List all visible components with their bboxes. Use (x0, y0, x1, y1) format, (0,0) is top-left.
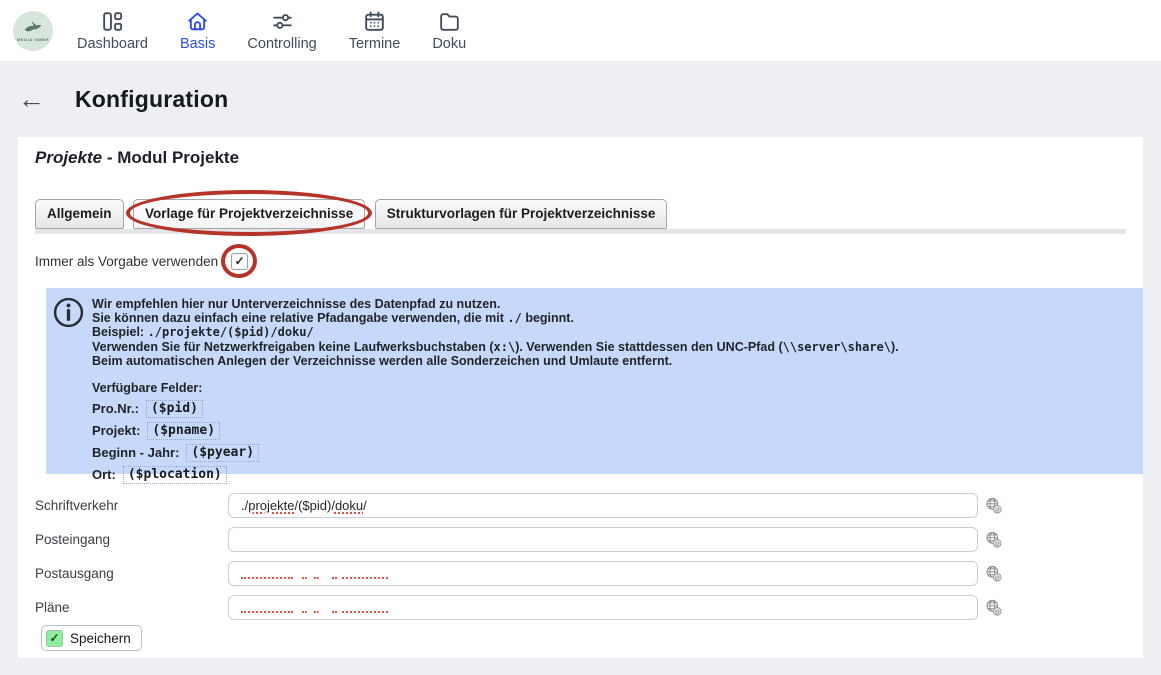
info-icon (53, 297, 84, 333)
tab-vorlage-projektverzeichnisse[interactable]: Vorlage für Projektverzeichnisse (133, 199, 365, 229)
nav-item-label: Basis (180, 36, 215, 52)
form-row-posteingang: Posteingang @ (18, 522, 1143, 556)
globe-icon[interactable]: @ (985, 599, 1002, 616)
tab-allgemein[interactable]: Allgemein (35, 199, 124, 229)
field-label: Projekt: (92, 423, 140, 439)
nav-item-dashboard[interactable]: Dashboard (77, 9, 148, 52)
info-box: Wir empfehlen hier nur Unterverzeichniss… (46, 288, 1143, 474)
nav-item-termine[interactable]: Termine (349, 9, 401, 52)
info-line: Beispiel: ./projekte/($pid)/doku/ (92, 325, 1129, 339)
field-label: Beginn - Jahr: (92, 445, 179, 461)
postausgang-label: Postausgang (35, 566, 228, 581)
dashboard-icon (100, 9, 125, 34)
sliders-icon (270, 9, 295, 34)
info-line: Verwenden Sie für Netzwerkfreigaben kein… (92, 340, 1129, 354)
schriftverkehr-input[interactable]: ./projekte/($pid)/doku/ (228, 493, 978, 518)
logo-text: MEDIA GMBH (17, 37, 49, 42)
svg-text:@: @ (994, 609, 1000, 615)
globe-icon[interactable]: @ (985, 531, 1002, 548)
check-icon: ✓ (46, 630, 63, 647)
directory-form: Schriftverkehr ./projekte/($pid)/doku/ @… (18, 488, 1143, 624)
top-navigation: MEDIA GMBH Dashboard Basis Controlling T… (0, 0, 1161, 62)
nav-item-label: Termine (349, 36, 401, 52)
svg-text:@: @ (994, 507, 1000, 513)
field-label: Ort: (92, 467, 116, 483)
save-button[interactable]: ✓ Speichern (41, 625, 142, 651)
company-logo[interactable]: MEDIA GMBH (13, 11, 53, 51)
info-line: Sie können dazu einfach eine relative Pf… (92, 311, 1129, 325)
schriftverkehr-label: Schriftverkehr (35, 498, 228, 513)
form-row-schriftverkehr: Schriftverkehr ./projekte/($pid)/doku/ @ (18, 488, 1143, 522)
default-option-checkbox[interactable]: ✓ (231, 253, 248, 270)
module-title-italic: Projekte (35, 148, 102, 167)
tab-label: Strukturvorlagen für Projektverzeichniss… (387, 206, 656, 221)
configuration-card: Projekte - Modul Projekte Allgemein Vorl… (18, 137, 1143, 658)
nav-item-label: Dashboard (77, 36, 148, 52)
tab-strukturvorlagen[interactable]: Strukturvorlagen für Projektverzeichniss… (375, 199, 668, 229)
info-line: Wir empfehlen hier nur Unterverzeichniss… (92, 297, 1129, 311)
field-line: Ort: ($plocation) (92, 466, 1129, 484)
home-icon (185, 9, 210, 34)
module-title: Projekte - Modul Projekte (35, 137, 1143, 168)
nav-items: Dashboard Basis Controlling Termine Doku (77, 9, 466, 52)
form-row-postausgang: Postausgang @ (18, 556, 1143, 590)
field-token: ($pid) (146, 400, 203, 418)
checkbox-wrap: ✓ (231, 253, 248, 270)
field-line: Projekt: ($pname) (92, 422, 1129, 440)
tab-label: Allgemein (47, 206, 112, 221)
nav-item-basis[interactable]: Basis (180, 9, 215, 52)
default-option-row: Immer als Vorgabe verwenden ✓ (35, 250, 1143, 272)
nav-item-label: Controlling (247, 36, 316, 52)
page-header: ← Konfiguration (0, 62, 1161, 137)
default-option-label: Immer als Vorgabe verwenden (35, 254, 218, 269)
globe-icon[interactable]: @ (985, 497, 1002, 514)
nav-item-controlling[interactable]: Controlling (247, 9, 316, 52)
tab-bar: Allgemein Vorlage für Projektverzeichnis… (35, 199, 1126, 234)
module-title-sep: - (102, 148, 117, 167)
folder-icon (437, 9, 462, 34)
field-line: Beginn - Jahr: ($pyear) (92, 444, 1129, 462)
svg-text:@: @ (994, 541, 1000, 547)
plaene-input[interactable] (228, 595, 978, 620)
svg-text:@: @ (994, 575, 1000, 581)
posteingang-input[interactable] (228, 527, 978, 552)
field-label: Pro.Nr.: (92, 401, 139, 417)
field-line: Pro.Nr.: ($pid) (92, 400, 1129, 418)
nav-item-doku[interactable]: Doku (432, 9, 466, 52)
page-title: Konfiguration (75, 86, 228, 113)
module-title-rest: Modul Projekte (117, 148, 239, 167)
field-token: ($pname) (147, 422, 220, 440)
globe-icon[interactable]: @ (985, 565, 1002, 582)
calendar-icon (362, 9, 387, 34)
postausgang-input[interactable] (228, 561, 978, 586)
field-token: ($pyear) (186, 444, 259, 462)
form-row-plaene: Pläne @ (18, 590, 1143, 624)
available-fields-title: Verfügbare Felder: (92, 381, 1129, 396)
back-arrow-icon[interactable]: ← (18, 86, 58, 113)
save-button-label: Speichern (70, 631, 131, 646)
posteingang-label: Posteingang (35, 532, 228, 547)
nav-item-label: Doku (432, 36, 466, 52)
plaene-label: Pläne (35, 600, 228, 615)
field-token: ($plocation) (123, 466, 227, 484)
tab-label: Vorlage für Projektverzeichnisse (145, 206, 353, 221)
info-line: Beim automatischen Anlegen der Verzeichn… (92, 354, 1129, 368)
